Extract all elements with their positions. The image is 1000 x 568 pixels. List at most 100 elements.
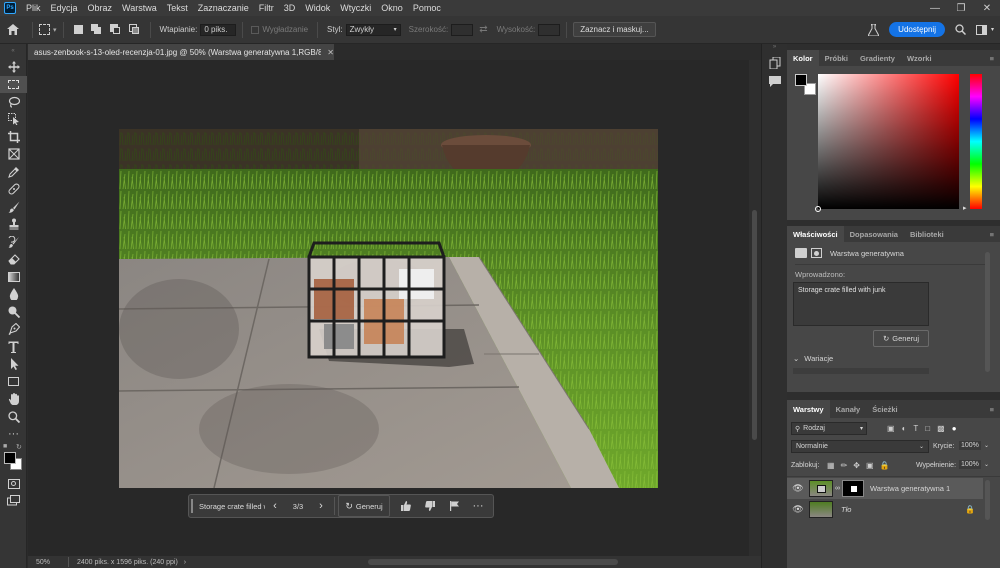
share-button[interactable]: Udostępnij	[889, 22, 945, 37]
tab-paths[interactable]: Ścieżki	[866, 401, 903, 417]
path-selection-tool-icon[interactable]	[0, 356, 27, 374]
select-and-mask-button[interactable]: Zaznacz i maskuj...	[573, 22, 656, 37]
lock-transparency-icon[interactable]: ▦	[827, 461, 835, 470]
hand-tool-icon[interactable]	[0, 391, 27, 409]
vertical-scrollbar[interactable]	[749, 60, 761, 556]
prompt-textarea[interactable]: Storage crate filled with junk	[793, 282, 929, 326]
rectangular-marquee-tool-icon[interactable]	[0, 75, 27, 93]
previous-variant-icon[interactable]: ‹	[265, 495, 285, 517]
chevron-down-icon[interactable]: ⌄	[984, 442, 989, 449]
move-tool-icon[interactable]	[0, 58, 27, 76]
healing-brush-tool-icon[interactable]	[0, 181, 27, 199]
comments-panel-icon[interactable]	[762, 72, 787, 90]
document-image[interactable]	[119, 129, 658, 488]
menu-select[interactable]: Zaznaczanie	[193, 3, 254, 13]
foreground-color-swatch[interactable]	[4, 452, 16, 464]
quick-mask-icon[interactable]	[0, 475, 27, 493]
properties-scrollbar[interactable]	[985, 252, 990, 372]
tab-gradients[interactable]: Gradienty	[854, 50, 901, 66]
filter-pixel-icon[interactable]: ▣	[887, 424, 895, 433]
lock-position-icon[interactable]: ✥	[853, 461, 860, 470]
menu-3d[interactable]: 3D	[279, 3, 301, 13]
frame-tool-icon[interactable]	[0, 146, 27, 164]
swap-colors-icon[interactable]: ↻	[16, 443, 22, 451]
scrollbar-thumb[interactable]	[752, 210, 757, 440]
crop-tool-icon[interactable]	[0, 128, 27, 146]
lock-image-icon[interactable]: ✏	[841, 461, 848, 470]
type-tool-icon[interactable]	[0, 338, 27, 356]
screen-mode-icon[interactable]	[0, 493, 27, 511]
restore-icon[interactable]: ❐	[948, 0, 974, 16]
menu-help[interactable]: Pomoc	[408, 3, 446, 13]
opacity-input[interactable]: 100%	[959, 441, 981, 450]
prompt-field[interactable]: Storage crate filled w	[195, 495, 265, 517]
menu-type[interactable]: Tekst	[162, 3, 193, 13]
layer-row-background[interactable]: 👁 Tło 🔒	[787, 499, 983, 520]
hue-slider-handle-icon[interactable]: ▸	[963, 204, 967, 212]
tab-channels[interactable]: Kanały	[830, 401, 867, 417]
tab-patterns[interactable]: Wzorki	[901, 50, 938, 66]
visibility-eye-icon[interactable]: 👁	[787, 483, 809, 494]
filter-type-icon[interactable]: T	[913, 424, 918, 433]
chevron-down-icon[interactable]: ⌄	[984, 461, 989, 468]
filter-smart-object-icon[interactable]: ▩	[937, 424, 945, 433]
thumbs-down-icon[interactable]	[418, 495, 442, 517]
filter-shape-icon[interactable]: □	[925, 424, 930, 433]
collapse-dock-icon[interactable]: »	[762, 44, 787, 54]
workspace-icon[interactable]	[975, 24, 987, 35]
menu-filter[interactable]: Filtr	[254, 3, 279, 13]
panel-menu-icon[interactable]: ≡	[990, 54, 994, 63]
brush-tool-icon[interactable]	[0, 198, 27, 216]
chevron-down-icon[interactable]: ▾	[991, 26, 994, 33]
filter-toggle-icon[interactable]: ●	[952, 424, 957, 433]
color-field[interactable]	[815, 74, 959, 212]
lock-all-icon[interactable]: 🔒	[880, 461, 890, 470]
panel-menu-icon[interactable]: ≡	[990, 405, 994, 414]
search-icon[interactable]	[955, 24, 966, 35]
layers-scrollbar[interactable]	[985, 480, 990, 520]
status-menu-icon[interactable]: ›	[184, 559, 186, 566]
report-flag-icon[interactable]	[442, 495, 466, 517]
style-select[interactable]: Zwykły ▾	[345, 23, 401, 36]
close-icon[interactable]: ✕	[974, 0, 1000, 16]
generate-button[interactable]: ↻ Generuj	[338, 495, 390, 517]
tab-properties[interactable]: Właściwości	[787, 226, 844, 242]
menu-window[interactable]: Okno	[376, 3, 408, 13]
document-tab[interactable]: asus-zenbook-s-13-oled-recenzja-01.jpg @…	[28, 44, 334, 60]
menu-edit[interactable]: Edycja	[46, 3, 83, 13]
flask-icon[interactable]	[868, 23, 880, 36]
properties-generate-button[interactable]: ↻ Generuj	[873, 330, 929, 347]
menu-image[interactable]: Obraz	[83, 3, 118, 13]
tab-swatches[interactable]: Próbki	[819, 50, 854, 66]
close-tab-icon[interactable]: ✕	[327, 48, 334, 57]
panel-menu-icon[interactable]: ≡	[990, 230, 994, 239]
feather-input[interactable]: 0 piks.	[200, 23, 237, 36]
eyedropper-tool-icon[interactable]	[0, 163, 27, 181]
thumbs-up-icon[interactable]	[394, 495, 418, 517]
color-swatches[interactable]: ■ ↻	[0, 443, 26, 475]
minimize-icon[interactable]: —	[922, 0, 948, 16]
clone-stamp-tool-icon[interactable]	[0, 216, 27, 234]
variations-section[interactable]: ⌄ Wariacje	[793, 354, 833, 363]
layer-filter-select[interactable]: ⚲ Rodzaj ▾	[791, 422, 867, 435]
object-selection-tool-icon[interactable]	[0, 111, 27, 129]
default-colors-icon[interactable]: ■	[3, 443, 7, 450]
foreground-color-swatch[interactable]	[795, 74, 807, 86]
gradient-tool-icon[interactable]	[0, 268, 27, 286]
lasso-tool-icon[interactable]	[0, 93, 27, 111]
blend-mode-select[interactable]: Normalnie ⌄	[791, 440, 929, 453]
menu-file[interactable]: Plik	[21, 3, 46, 13]
horizontal-scrollbar[interactable]	[368, 559, 618, 565]
menu-layer[interactable]: Warstwa	[117, 3, 162, 13]
collapse-toolbar-icon[interactable]: «	[0, 44, 26, 58]
color-picker-handle[interactable]	[815, 206, 821, 212]
filter-adjustment-icon[interactable]: ◐	[902, 424, 907, 433]
hue-slider[interactable]	[970, 74, 982, 209]
pen-tool-icon[interactable]	[0, 321, 27, 339]
tab-layers[interactable]: Warstwy	[787, 400, 830, 418]
subtract-selection-icon[interactable]	[109, 24, 121, 35]
intersect-selection-icon[interactable]	[128, 24, 140, 35]
dodge-tool-icon[interactable]	[0, 303, 27, 321]
lock-artboard-icon[interactable]: ▣	[866, 461, 874, 470]
next-variant-icon[interactable]: ›	[311, 495, 331, 517]
